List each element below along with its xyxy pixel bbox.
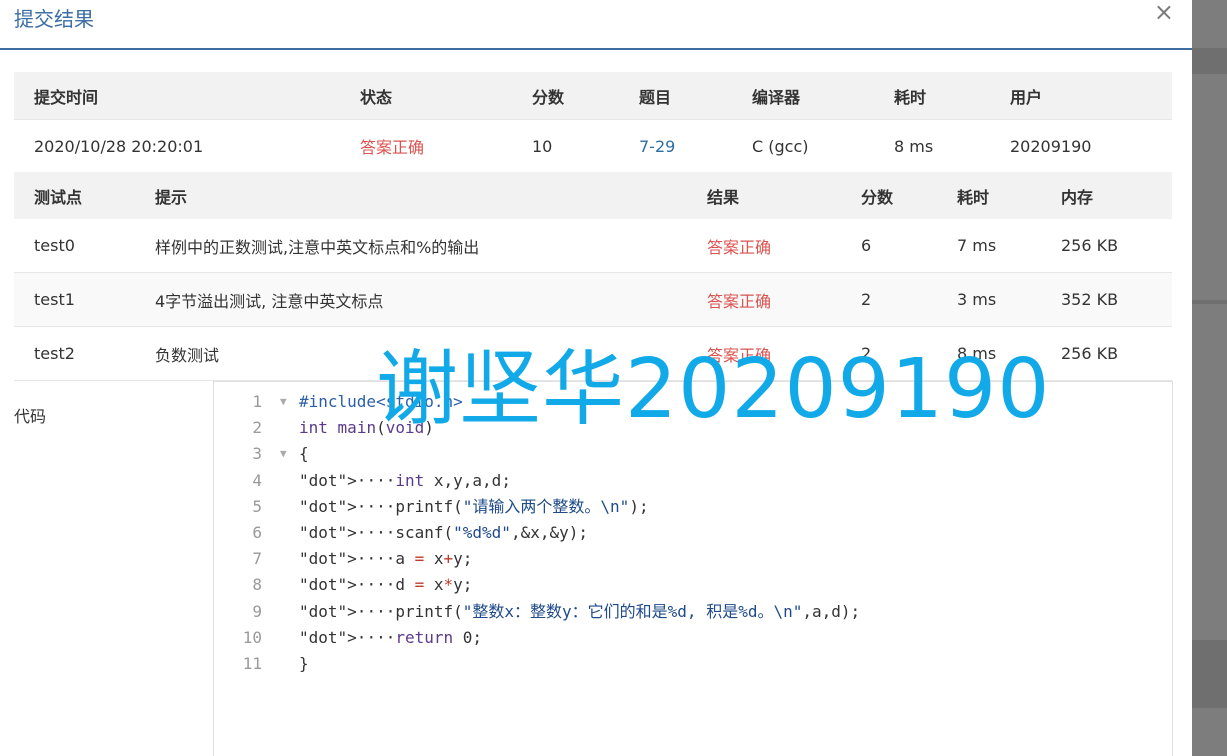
line-number: 4 (252, 470, 262, 490)
line-number: 11 (242, 654, 262, 673)
test-score: 2 (841, 272, 937, 327)
code-line[interactable]: 3 ▼ { (214, 441, 1172, 467)
user-id: 20209190 (990, 119, 1172, 173)
line-number: 5 (252, 496, 262, 516)
modal-header: 提交结果 × (0, 0, 1192, 50)
code-line[interactable]: 7 "dot">····a = x+y; (214, 546, 1172, 572)
test-id: test0 (14, 219, 135, 273)
code-text: "dot">····a = x+y; (299, 549, 473, 569)
test-result: 答案正确 (687, 272, 841, 327)
submission-result-modal: 提交结果 × 提交时间 状态 分数 题目 编译器 耗时 用户 2020/10/2… (0, 0, 1192, 756)
line-number: 2 (252, 418, 262, 438)
code-text: "dot">····int x,y,a,d; (299, 470, 511, 490)
code-line[interactable]: 10 "dot">····return 0; (214, 625, 1172, 651)
code-text: { (299, 444, 309, 464)
code-line[interactable]: 8 "dot">····d = x*y; (214, 572, 1172, 598)
code-line[interactable]: 6 "dot">····scanf("%d%d",&x,&y); (214, 520, 1172, 546)
line-number: 6 (252, 523, 262, 542)
col-header-user: 用户 (990, 72, 1172, 120)
col-header-submit-time: 提交时间 (14, 72, 340, 120)
table-row: test1 4字节溢出测试, 注意中英文标点 答案正确 2 3 ms 352 K… (14, 272, 1172, 327)
submit-time: 2020/10/28 20:20:01 (14, 119, 340, 173)
col-header-problem: 题目 (619, 72, 732, 120)
col-header-result: 结果 (687, 172, 841, 219)
test-result: 答案正确 (687, 219, 841, 273)
code-line[interactable]: 4 "dot">····int x,y,a,d; (214, 468, 1172, 494)
col-header-status: 状态 (340, 72, 512, 120)
line-number: 1 (252, 392, 262, 411)
total-score: 10 (512, 119, 619, 173)
col-header-test-point: 测试点 (14, 172, 135, 219)
code-text: "dot">····printf("整数x：整数y：它们的和是%d, 积是%d。… (299, 601, 861, 621)
code-text: "dot">····d = x*y; (299, 575, 473, 595)
test-memory: 352 KB (1041, 272, 1172, 327)
code-text: "dot">····scanf("%d%d",&x,&y); (299, 523, 588, 542)
line-number: 3 (252, 444, 262, 464)
test-time: 7 ms (937, 219, 1041, 273)
status-badge: 答案正确 (340, 119, 512, 173)
code-text: "dot">····printf("请输入两个整数。\n"); (299, 496, 649, 516)
testcase-header-row: 测试点 提示 结果 分数 耗时 内存 (14, 172, 1172, 219)
fold-arrow-icon[interactable]: ▼ (280, 389, 287, 415)
summary-header-row: 提交时间 状态 分数 题目 编译器 耗时 用户 (14, 72, 1172, 120)
test-hint: 样例中的正数测试,注意中英文标点和%的输出 (135, 219, 687, 273)
code-line[interactable]: 9 "dot">····printf("整数x：整数y：它们的和是%d, 积是%d… (214, 599, 1172, 625)
line-number: 8 (252, 575, 262, 595)
test-score: 6 (841, 219, 937, 273)
close-button[interactable]: × (1154, 0, 1174, 24)
line-number: 7 (252, 549, 262, 569)
compiler: C (gcc) (732, 119, 874, 173)
background-overlay (1192, 0, 1227, 756)
line-number: 10 (242, 627, 262, 647)
test-id: test2 (14, 326, 135, 381)
test-memory: 256 KB (1041, 326, 1172, 381)
test-time: 3 ms (937, 272, 1041, 327)
col-header-elapsed: 耗时 (874, 72, 990, 120)
backdrop-strip (1192, 48, 1227, 74)
col-header-compiler: 编译器 (732, 72, 874, 120)
test-memory: 256 KB (1041, 219, 1172, 273)
col-header-time: 耗时 (937, 172, 1041, 219)
col-header-score: 分数 (512, 72, 619, 120)
test-id: test1 (14, 272, 135, 327)
summary-row: 2020/10/28 20:20:01 答案正确 10 7-29 C (gcc)… (14, 119, 1172, 173)
problem-link[interactable]: 7-29 (619, 119, 732, 173)
table-row: test0 样例中的正数测试,注意中英文标点和%的输出 答案正确 6 7 ms … (14, 219, 1172, 273)
summary-table: 提交时间 状态 分数 题目 编译器 耗时 用户 2020/10/28 20:20… (14, 72, 1172, 173)
line-number: 9 (252, 601, 262, 621)
code-label: 代码 (14, 407, 47, 426)
fold-arrow-icon[interactable]: ▼ (280, 441, 287, 467)
code-text: "dot">····return 0; (299, 627, 483, 647)
col-header-hint: 提示 (135, 172, 687, 219)
backdrop-strip (1192, 640, 1227, 708)
test-hint: 4字节溢出测试, 注意中英文标点 (135, 272, 687, 327)
watermark-text: 谢坚华20209190 (376, 342, 1051, 437)
code-line[interactable]: 11} (214, 651, 1172, 677)
code-line[interactable]: 5 "dot">····printf("请输入两个整数。\n"); (214, 494, 1172, 520)
modal-title: 提交结果 (14, 7, 94, 31)
col-header-score: 分数 (841, 172, 937, 219)
elapsed-time: 8 ms (874, 119, 990, 173)
backdrop-strip (1192, 300, 1227, 304)
col-header-memory: 内存 (1041, 172, 1172, 219)
code-text: } (299, 654, 309, 673)
